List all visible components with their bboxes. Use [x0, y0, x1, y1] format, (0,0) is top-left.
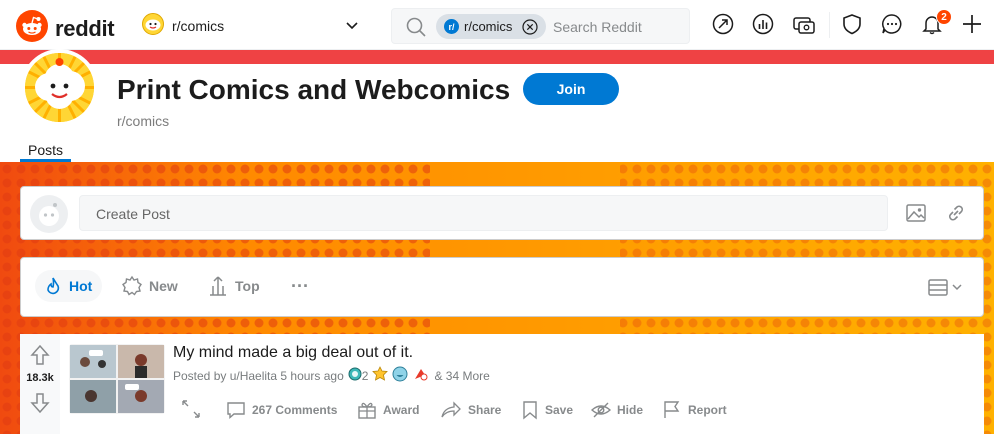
report-label: Report	[688, 403, 727, 417]
comics-community-icon	[142, 12, 164, 40]
sort-new-label: New	[149, 278, 178, 294]
popular-icon[interactable]	[712, 13, 734, 40]
create-post-plus-icon[interactable]	[961, 13, 983, 40]
share-button[interactable]: Share	[440, 397, 501, 423]
user-avatar[interactable]	[30, 195, 68, 238]
chat-icon[interactable]	[881, 13, 903, 40]
vote-column: 18.3k	[20, 334, 60, 434]
hide-label: Hide	[617, 403, 644, 417]
sort-new-button[interactable]: New	[113, 270, 188, 302]
community-banner	[0, 50, 994, 64]
community-title: Print Comics and Webcomics	[117, 74, 511, 105]
subreddit-prefix-icon: r/	[444, 19, 459, 34]
award-globe-icon	[348, 367, 362, 384]
image-upload-icon[interactable]	[905, 202, 927, 229]
search-scope-chip[interactable]: r/ r/comics	[436, 14, 546, 39]
report-button[interactable]: Report	[662, 397, 727, 423]
link-icon[interactable]	[945, 202, 967, 229]
create-post-card: Create Post	[20, 186, 984, 240]
eye-slash-icon	[591, 402, 611, 418]
sort-hot-label: Hot	[69, 278, 93, 294]
post-title[interactable]: My mind made a big deal out of it.	[173, 344, 413, 362]
reddit-logo-icon	[16, 10, 48, 47]
tab-posts[interactable]: Posts	[20, 142, 72, 162]
more-options-icon: ···	[291, 275, 309, 296]
share-arrow-icon	[441, 401, 461, 418]
post-meta: Posted by u/Haelita 5 hours ago 2 & 34 M…	[173, 366, 490, 385]
upvote-arrow-icon[interactable]	[29, 344, 51, 371]
sort-hot-button[interactable]: Hot	[35, 270, 103, 302]
community-header: Print Comics and Webcomics r/comics Join…	[0, 49, 994, 162]
comment-icon	[227, 402, 245, 420]
post-card[interactable]: My mind made a big deal out of it. Poste…	[60, 334, 984, 434]
save-label: Save	[545, 403, 574, 417]
shield-icon[interactable]	[841, 13, 863, 40]
community-name: r/comics	[117, 113, 170, 129]
reddit-home-link[interactable]: reddit	[16, 10, 115, 47]
downvote-arrow-icon[interactable]	[29, 392, 51, 419]
post-author-time[interactable]: Posted by u/Haelita 5 hours ago	[173, 369, 344, 383]
chevron-down-icon	[342, 15, 362, 40]
clear-scope-icon[interactable]	[522, 19, 538, 40]
notification-count-badge: 2	[936, 9, 952, 25]
sparkle-new-icon	[122, 275, 142, 296]
top-chart-icon	[210, 276, 226, 296]
award-laughing-icon	[392, 366, 408, 385]
view-layout-icon[interactable]	[927, 277, 967, 304]
search-bar[interactable]: r/ r/comics Search Reddit	[391, 8, 690, 44]
award-label: Award	[383, 403, 420, 417]
flag-icon	[664, 401, 680, 418]
award-rocket-icon	[412, 366, 430, 385]
award-count: 2	[361, 368, 369, 383]
post-score: 18.3k	[26, 372, 54, 384]
search-scope-label: r/comics	[464, 19, 513, 34]
stats-icon[interactable]	[752, 13, 774, 40]
sort-bar: Hot New Top ···	[20, 257, 984, 317]
header-divider	[829, 12, 830, 38]
sort-top-button[interactable]: Top	[199, 270, 270, 302]
flame-icon	[47, 277, 60, 295]
join-button[interactable]: Join	[523, 73, 619, 105]
post-thumbnail[interactable]	[69, 344, 165, 419]
share-label: Share	[468, 403, 502, 417]
create-post-input[interactable]: Create Post	[79, 195, 888, 231]
expand-icon[interactable]	[179, 397, 203, 426]
coins-icon[interactable]	[792, 13, 816, 40]
comments-label: 267 Comments	[252, 403, 338, 417]
community-switcher-label: r/comics	[172, 18, 225, 34]
award-button[interactable]: Award	[357, 397, 419, 423]
sort-more-button[interactable]: ···	[277, 270, 319, 302]
community-avatar	[21, 49, 98, 126]
award-wholesome-icon	[372, 366, 389, 385]
gift-icon	[358, 402, 376, 419]
reddit-wordmark: reddit	[55, 15, 115, 41]
hide-button[interactable]: Hide	[591, 397, 643, 423]
sort-top-label: Top	[235, 278, 260, 294]
comments-button[interactable]: 267 Comments	[226, 397, 337, 423]
search-input[interactable]: Search Reddit	[553, 19, 642, 35]
top-header: reddit r/comics r/ r/comics Search Reddi…	[0, 0, 994, 50]
community-switcher[interactable]: r/comics	[142, 12, 370, 40]
save-button[interactable]: Save	[521, 397, 573, 423]
more-awards-label[interactable]: & 34 More	[434, 369, 489, 383]
search-icon	[405, 16, 427, 43]
bookmark-icon	[523, 401, 537, 420]
